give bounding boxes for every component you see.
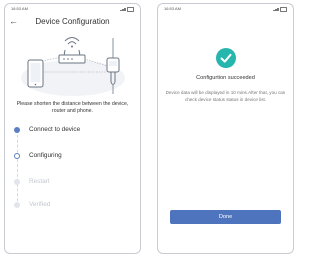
success-title: Configurtion succeeded — [196, 75, 255, 81]
status-time: 16:53 AM — [164, 6, 181, 11]
step-verified: Verified — [13, 200, 133, 210]
instruction-text: Please shorten the distance between the … — [16, 101, 129, 114]
battery-icon — [280, 7, 287, 12]
step-label: Restart — [29, 178, 50, 185]
steps-connector — [17, 130, 18, 206]
wifi-arc-outer — [64, 37, 80, 42]
status-time: 16:53 AM — [11, 6, 28, 11]
setup-illustration — [21, 37, 125, 96]
configuration-steps: Connect to device Configuring Restart Ve… — [13, 125, 133, 215]
success-message: Device data will be displayed in 10 mins… — [165, 90, 286, 102]
status-bar: 16:53 AM — [164, 6, 287, 12]
router-icon — [58, 49, 86, 64]
configuration-success-screen: 16:53 AM Configurtion succeeded Device d… — [157, 3, 294, 254]
checkmark-icon — [220, 53, 232, 63]
step-label: Connect to device — [29, 126, 81, 133]
step-pending-icon — [14, 202, 20, 208]
status-bar: 16:53 AM — [11, 6, 134, 12]
battery-icon — [127, 7, 134, 12]
phone-icon — [27, 59, 44, 88]
signal-battery-icons — [120, 7, 134, 12]
step-label: Verified — [29, 201, 51, 208]
device-configuration-screen: 16:53 AM ← Device Configuration Please s… — [4, 3, 141, 254]
step-active-icon — [14, 153, 20, 159]
page-title: Device Configuration — [35, 17, 110, 26]
done-button[interactable]: Done — [170, 210, 281, 224]
wifi-arc-inner — [67, 41, 77, 45]
success-badge — [216, 48, 236, 68]
step-label: Configuring — [29, 152, 62, 159]
step-done-icon — [14, 127, 20, 133]
step-configuring: Configuring — [13, 151, 133, 161]
step-pending-icon — [14, 179, 20, 185]
wifi-dot — [71, 45, 73, 48]
step-connect: Connect to device — [13, 125, 133, 135]
signal-battery-icons — [273, 7, 287, 12]
step-restart: Restart — [13, 177, 133, 187]
